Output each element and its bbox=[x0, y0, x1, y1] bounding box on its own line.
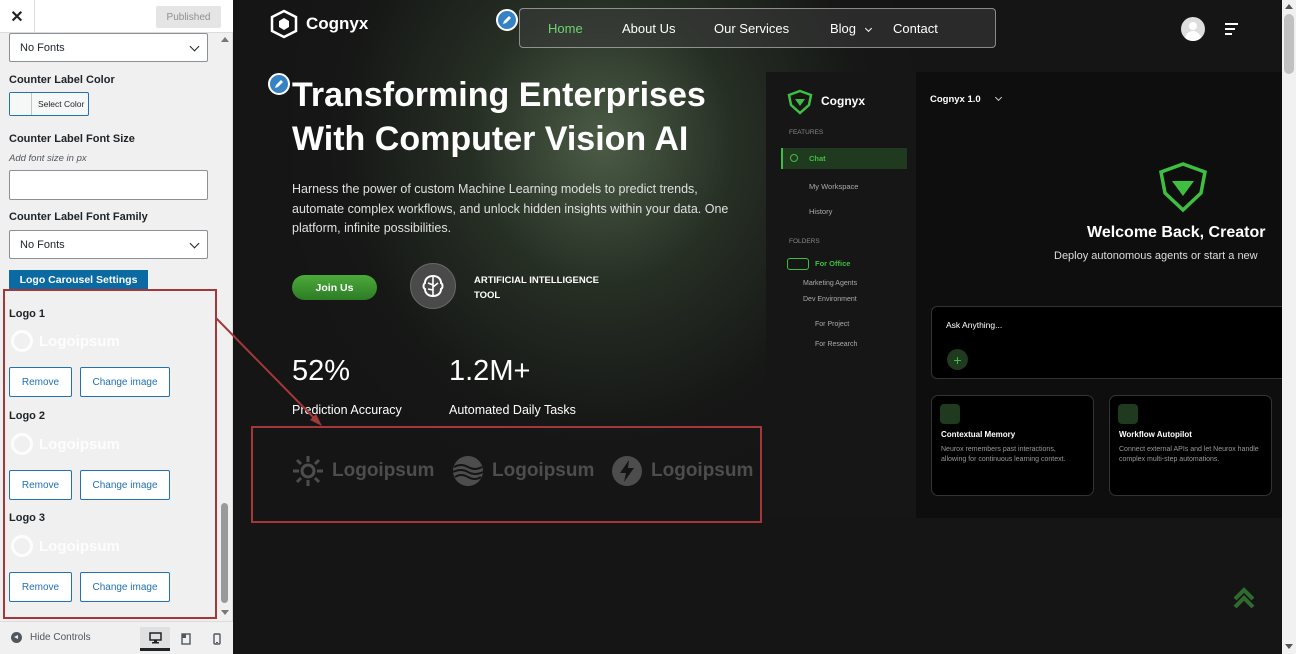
logo-carousel-settings-button[interactable]: Logo Carousel Settings bbox=[9, 270, 148, 289]
mockup-features-heading: FEATURES bbox=[789, 129, 824, 136]
edit-pencil-icon[interactable] bbox=[496, 9, 518, 31]
published-button[interactable]: Published bbox=[156, 6, 221, 28]
mockup-version: Cognyx 1.0 bbox=[930, 94, 981, 105]
counter-label-font-family-label: Counter Label Font Family bbox=[9, 211, 148, 223]
color-swatch bbox=[10, 93, 32, 115]
font-select-top[interactable]: No Fonts bbox=[9, 33, 208, 62]
mockup-chat-item bbox=[781, 148, 907, 169]
nav-about-us[interactable]: About Us bbox=[622, 21, 675, 36]
hero-description: Harness the power of custom Machine Lear… bbox=[292, 182, 729, 235]
nav-contact[interactable]: Contact bbox=[893, 21, 938, 36]
folder-icon bbox=[787, 258, 809, 270]
stat-label-tasks: Automated Daily Tasks bbox=[449, 403, 576, 417]
mobile-preview-button[interactable] bbox=[202, 627, 232, 651]
counter-label-color-label: Counter Label Color bbox=[9, 74, 115, 86]
ai-tool-label: ARTIFICIAL INTELLIGENCE TOOL bbox=[474, 275, 599, 301]
shield-logo-icon bbox=[787, 89, 813, 115]
select-color-button[interactable]: Select Color bbox=[9, 92, 89, 116]
counter-label-font-size-label: Counter Label Font Size bbox=[9, 133, 135, 145]
mobile-icon bbox=[213, 633, 221, 645]
scrollbar-thumb[interactable] bbox=[221, 503, 228, 603]
tablet-icon bbox=[181, 633, 191, 645]
autopilot-icon bbox=[1118, 404, 1138, 424]
nav-home[interactable]: Home bbox=[548, 21, 583, 36]
hero-title: Transforming Enterprises With Computer V… bbox=[292, 76, 706, 158]
scroll-up-icon[interactable] bbox=[221, 37, 229, 42]
brain-icon bbox=[410, 263, 456, 309]
mockup-brand: Cognyx bbox=[821, 94, 866, 108]
nav-our-services[interactable]: Our Services bbox=[714, 21, 789, 36]
mockup-card-memory: Contextual Memory Neurox remembers past … bbox=[931, 395, 1094, 496]
scroll-up-icon[interactable] bbox=[1285, 4, 1293, 9]
chevron-down-icon bbox=[189, 238, 200, 249]
close-icon[interactable]: ✕ bbox=[0, 0, 35, 33]
chevron-down-icon bbox=[994, 93, 1003, 102]
main-navigation: Home About Us Our Services Blog Contact bbox=[519, 8, 996, 48]
hide-controls-button[interactable]: Hide Controls bbox=[11, 632, 91, 643]
site-brand[interactable]: Cognyx bbox=[270, 9, 368, 39]
annotation-box-preview bbox=[251, 426, 762, 523]
mockup-ask-box: Ask Anything... + bbox=[931, 306, 1282, 379]
mockup-sidebar bbox=[766, 72, 916, 518]
tablet-preview-button[interactable] bbox=[171, 627, 201, 651]
edit-pencil-icon[interactable] bbox=[268, 73, 290, 95]
customizer-header: ✕ Published bbox=[0, 0, 233, 33]
font-size-input[interactable] bbox=[9, 170, 208, 200]
avatar[interactable] bbox=[1181, 17, 1205, 41]
shield-logo-icon bbox=[1159, 162, 1207, 213]
menu-icon[interactable] bbox=[1225, 23, 1238, 38]
customizer-footer: Hide Controls bbox=[0, 621, 233, 654]
annotation-arrow bbox=[215, 317, 322, 426]
brand-logo-icon bbox=[270, 9, 298, 39]
preview-scrollbar[interactable] bbox=[1282, 0, 1296, 654]
memory-icon bbox=[940, 404, 960, 424]
scroll-down-icon[interactable] bbox=[1285, 644, 1293, 649]
chat-icon bbox=[790, 154, 798, 162]
plus-icon: + bbox=[947, 349, 968, 370]
chevron-down-icon bbox=[864, 24, 873, 33]
site-preview[interactable]: Cognyx Home About Us Our Services Blog C… bbox=[233, 0, 1282, 654]
font-family-select[interactable]: No Fonts bbox=[9, 230, 208, 259]
mockup-welcome: Welcome Back, Creator bbox=[1087, 224, 1266, 241]
join-us-button[interactable]: Join Us bbox=[292, 275, 377, 300]
nav-blog[interactable]: Blog bbox=[830, 21, 856, 36]
desktop-icon bbox=[148, 631, 162, 643]
desktop-preview-button[interactable] bbox=[140, 627, 170, 651]
mockup-card-autopilot: Workflow Autopilot Connect external APIs… bbox=[1109, 395, 1272, 496]
collapse-icon bbox=[11, 632, 22, 643]
chevron-down-icon bbox=[189, 41, 200, 52]
mockup-deploy: Deploy autonomous agents or start a new bbox=[1054, 250, 1258, 262]
annotation-box-sidebar bbox=[3, 289, 217, 619]
stat-value-tasks: 1.2M+ bbox=[449, 355, 531, 387]
app-mockup: Cognyx Cognyx 1.0 FEATURES Chat My Works… bbox=[766, 72, 1282, 518]
scroll-to-top-icon[interactable] bbox=[1232, 585, 1256, 613]
font-size-hint: Add font size in px bbox=[9, 153, 87, 164]
scrollbar-thumb[interactable] bbox=[1284, 14, 1294, 74]
scroll-down-icon[interactable] bbox=[221, 610, 229, 615]
